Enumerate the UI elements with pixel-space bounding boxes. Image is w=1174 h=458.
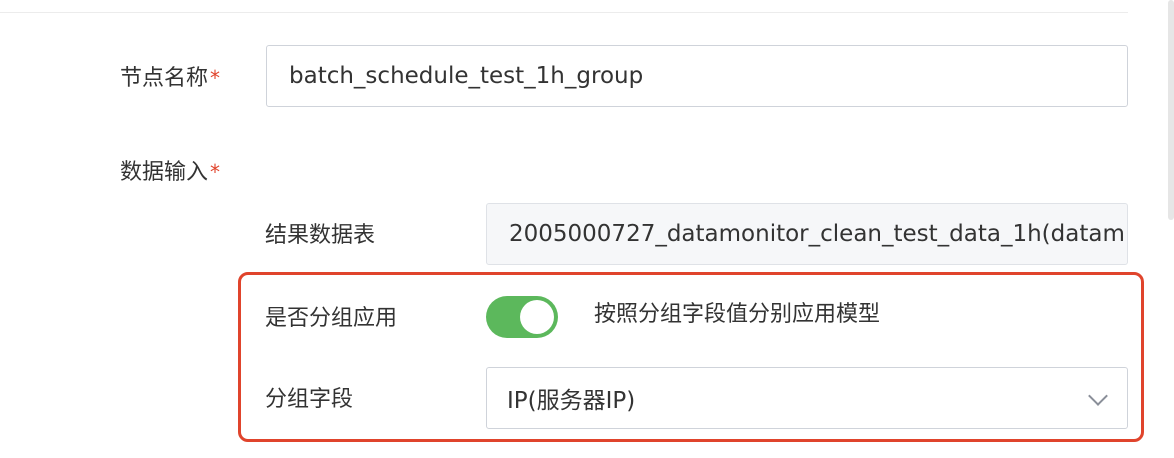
scrollbar[interactable] — [1168, 0, 1174, 458]
group-apply-label: 是否分组应用 — [265, 306, 398, 331]
required-mark: * — [210, 160, 221, 184]
node-name-input[interactable]: batch_schedule_test_1h_group — [266, 45, 1128, 107]
top-divider — [0, 12, 1128, 13]
group-field-selected-value: IP(服务器IP) — [507, 388, 636, 414]
result-table-label: 结果数据表 — [265, 223, 376, 248]
group-apply-toggle[interactable] — [486, 296, 558, 338]
node-name-label: 节点名称 * — [120, 64, 220, 93]
group-field-label: 分组字段 — [265, 387, 354, 412]
chevron-down-icon — [1088, 386, 1108, 406]
toggle-knob — [520, 300, 554, 334]
scrollbar-thumb[interactable] — [1168, 0, 1174, 220]
node-name-value: batch_schedule_test_1h_group — [289, 63, 644, 89]
required-mark: * — [210, 66, 221, 90]
result-table-field[interactable]: 2005000727_datamonitor_clean_test_data_1… — [486, 203, 1128, 265]
group-apply-description: 按照分组字段值分别应用模型 — [594, 302, 881, 327]
group-field-select[interactable]: IP(服务器IP) — [486, 367, 1128, 429]
node-config-form: 节点名称 * batch_schedule_test_1h_group 数据输入 *… — [0, 0, 1174, 458]
result-table-value: 2005000727_datamonitor_clean_test_data_1… — [509, 221, 1125, 247]
data-input-label: 数据输入 * — [120, 158, 220, 187]
node-name-label-text: 节点名称 — [120, 66, 209, 91]
data-input-label-text: 数据输入 — [120, 160, 209, 185]
